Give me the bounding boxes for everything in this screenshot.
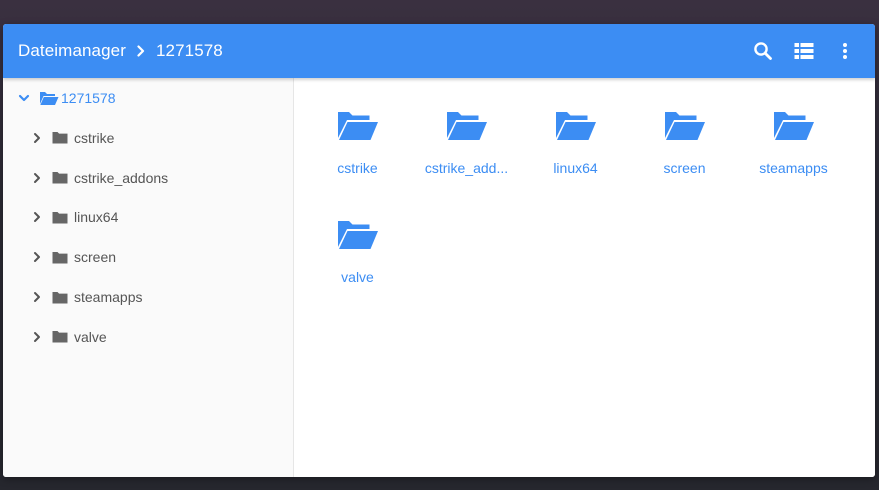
folder-label: steamapps bbox=[759, 160, 828, 176]
sidebar-item-cstrike[interactable]: cstrike bbox=[3, 118, 293, 158]
folder-open-icon bbox=[773, 106, 815, 142]
chevron-down-icon[interactable] bbox=[17, 91, 31, 105]
breadcrumb-current[interactable]: 1271578 bbox=[156, 41, 223, 61]
folder-item-cstrike-addons[interactable]: cstrike_add... bbox=[412, 106, 521, 215]
tree-root-label: 1271578 bbox=[61, 90, 116, 106]
sidebar-item-label: screen bbox=[74, 249, 117, 266]
folder-item-screen[interactable]: screen bbox=[630, 106, 739, 215]
folder-open-icon bbox=[555, 106, 597, 142]
file-manager-window: Dateimanager 1271578 1271578 cstrike cst… bbox=[3, 24, 875, 477]
breadcrumb-root[interactable]: Dateimanager bbox=[18, 41, 126, 61]
folder-open-icon bbox=[39, 90, 59, 106]
folder-icon bbox=[52, 291, 68, 304]
breadcrumb: Dateimanager 1271578 bbox=[18, 41, 223, 61]
list-view-button[interactable] bbox=[790, 37, 818, 65]
folder-label: screen bbox=[663, 160, 706, 176]
folder-grid: cstrike cstrike_add... linux64 screen st… bbox=[303, 106, 848, 324]
sidebar-item-screen[interactable]: screen bbox=[3, 237, 293, 277]
folder-tree-sidebar: 1271578 cstrike cstrike_addons linux64 s… bbox=[3, 78, 294, 477]
app-header: Dateimanager 1271578 bbox=[3, 24, 875, 78]
folder-label: linux64 bbox=[553, 160, 598, 176]
folder-icon bbox=[52, 251, 68, 264]
sidebar-item-cstrike-addons[interactable]: cstrike_addons bbox=[3, 158, 293, 198]
folder-label: cstrike bbox=[337, 160, 378, 176]
list-view-icon bbox=[794, 42, 814, 60]
folder-icon bbox=[52, 330, 68, 343]
more-options-button[interactable] bbox=[831, 37, 859, 65]
chevron-right-icon[interactable] bbox=[31, 131, 43, 145]
header-actions bbox=[736, 37, 859, 65]
sidebar-item-linux64[interactable]: linux64 bbox=[3, 198, 293, 238]
sidebar-item-label: cstrike_addons bbox=[74, 169, 169, 186]
folder-open-icon bbox=[664, 106, 706, 142]
folder-item-cstrike[interactable]: cstrike bbox=[303, 106, 412, 215]
chevron-right-icon[interactable] bbox=[31, 330, 43, 344]
sidebar-item-steamapps[interactable]: steamapps bbox=[3, 277, 293, 317]
chevron-right-icon[interactable] bbox=[31, 171, 43, 185]
sidebar-item-label: cstrike bbox=[74, 129, 115, 146]
folder-content-area: cstrike cstrike_add... linux64 screen st… bbox=[294, 78, 875, 477]
chevron-right-icon[interactable] bbox=[31, 290, 43, 304]
sidebar-item-label: valve bbox=[74, 328, 107, 345]
chevron-right-icon[interactable] bbox=[31, 210, 43, 224]
folder-icon bbox=[52, 211, 68, 224]
folder-item-steamapps[interactable]: steamapps bbox=[739, 106, 848, 215]
sidebar-item-label: steamapps bbox=[74, 289, 143, 306]
folder-open-icon bbox=[337, 215, 379, 251]
folder-icon bbox=[52, 131, 68, 144]
chevron-right-icon[interactable] bbox=[31, 250, 43, 264]
folder-label: valve bbox=[341, 269, 374, 285]
sidebar-item-valve[interactable]: valve bbox=[3, 317, 293, 357]
sidebar-item-label: linux64 bbox=[74, 209, 119, 226]
search-icon bbox=[753, 41, 773, 61]
folder-item-linux64[interactable]: linux64 bbox=[521, 106, 630, 215]
chevron-right-icon bbox=[132, 45, 150, 57]
more-vert-icon bbox=[842, 42, 848, 60]
folder-open-icon bbox=[446, 106, 488, 142]
folder-open-icon bbox=[337, 106, 379, 142]
tree-root-item[interactable]: 1271578 bbox=[3, 78, 293, 118]
search-button[interactable] bbox=[749, 37, 777, 65]
folder-item-valve[interactable]: valve bbox=[303, 215, 412, 324]
folder-label: cstrike_add... bbox=[424, 160, 509, 176]
folder-icon bbox=[52, 171, 68, 184]
